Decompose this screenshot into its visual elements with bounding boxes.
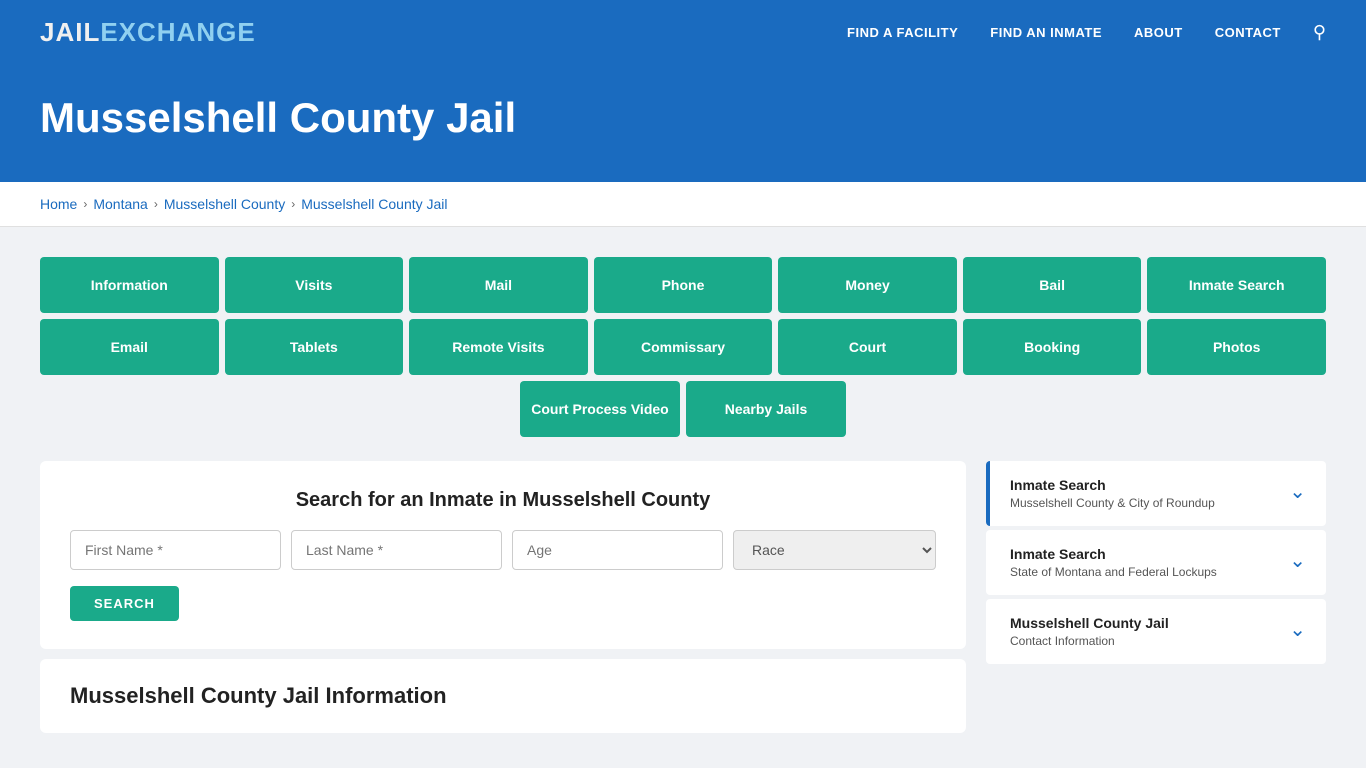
age-input[interactable] <box>512 530 723 570</box>
sidebar-card-header-contact[interactable]: Musselshell County Jail Contact Informat… <box>986 599 1326 664</box>
cat-btn-booking[interactable]: Booking <box>963 319 1142 375</box>
sidebar-card-montana: Inmate Search State of Montana and Feder… <box>986 530 1326 595</box>
breadcrumb-sep-3: › <box>291 197 295 211</box>
jail-info-section: Musselshell County Jail Information <box>40 659 966 733</box>
category-row-1: Information Visits Mail Phone Money Bail… <box>40 257 1326 313</box>
sidebar-card-subtitle-roundup: Musselshell County & City of Roundup <box>1010 496 1215 510</box>
breadcrumb-montana[interactable]: Montana <box>93 196 147 212</box>
main-nav: FIND A FACILITY FIND AN INMATE ABOUT CON… <box>847 22 1326 43</box>
jail-info-title: Musselshell County Jail Information <box>70 683 936 709</box>
category-row-2: Email Tablets Remote Visits Commissary C… <box>40 319 1326 375</box>
cat-btn-phone[interactable]: Phone <box>594 257 773 313</box>
first-name-input[interactable] <box>70 530 281 570</box>
breadcrumb-sep-1: › <box>83 197 87 211</box>
inmate-search-box: Search for an Inmate in Musselshell Coun… <box>40 461 966 649</box>
breadcrumb-home[interactable]: Home <box>40 196 77 212</box>
cat-btn-mail[interactable]: Mail <box>409 257 588 313</box>
cat-btn-tablets[interactable]: Tablets <box>225 319 404 375</box>
sidebar-card-header-roundup[interactable]: Inmate Search Musselshell County & City … <box>986 461 1326 526</box>
last-name-input[interactable] <box>291 530 502 570</box>
cat-btn-court-process-video[interactable]: Court Process Video <box>520 381 680 437</box>
logo-jail: JAIL <box>40 17 100 47</box>
bottom-section: Search for an Inmate in Musselshell Coun… <box>40 461 1326 733</box>
breadcrumb-current: Musselshell County Jail <box>301 196 447 212</box>
sidebar-card-header-montana[interactable]: Inmate Search State of Montana and Feder… <box>986 530 1326 595</box>
cat-btn-money[interactable]: Money <box>778 257 957 313</box>
sidebar-card-subtitle-montana: State of Montana and Federal Lockups <box>1010 565 1217 579</box>
nav-contact[interactable]: CONTACT <box>1215 25 1281 40</box>
nav-about[interactable]: ABOUT <box>1134 25 1183 40</box>
race-select[interactable]: Race <box>733 530 936 570</box>
search-fields: Race <box>70 530 936 570</box>
page-title: Musselshell County Jail <box>40 94 1326 142</box>
search-title: Search for an Inmate in Musselshell Coun… <box>70 489 936 512</box>
chevron-down-icon-montana: ⌄ <box>1289 548 1306 573</box>
hero-section: Musselshell County Jail <box>0 64 1366 182</box>
cat-btn-email[interactable]: Email <box>40 319 219 375</box>
chevron-down-icon-contact: ⌄ <box>1289 617 1306 642</box>
breadcrumb: Home › Montana › Musselshell County › Mu… <box>40 196 1326 212</box>
breadcrumb-sep-2: › <box>154 197 158 211</box>
category-row-3: Court Process Video Nearby Jails <box>40 381 1326 437</box>
sidebar-card-text-contact: Musselshell County Jail Contact Informat… <box>1010 615 1169 648</box>
breadcrumb-county[interactable]: Musselshell County <box>164 196 285 212</box>
logo-exchange: EXCHANGE <box>100 17 255 47</box>
cat-btn-nearby-jails[interactable]: Nearby Jails <box>686 381 846 437</box>
nav-find-inmate[interactable]: FIND AN INMATE <box>990 25 1102 40</box>
sidebar-card-text-roundup: Inmate Search Musselshell County & City … <box>1010 477 1215 510</box>
left-column: Search for an Inmate in Musselshell Coun… <box>40 461 966 733</box>
cat-btn-commissary[interactable]: Commissary <box>594 319 773 375</box>
search-button[interactable]: SEARCH <box>70 586 179 621</box>
header: JAILEXCHANGE FIND A FACILITY FIND AN INM… <box>0 0 1366 64</box>
main-content: Information Visits Mail Phone Money Bail… <box>0 227 1366 763</box>
cat-btn-inmate-search[interactable]: Inmate Search <box>1147 257 1326 313</box>
sidebar-card-title-montana: Inmate Search <box>1010 546 1217 562</box>
breadcrumb-bar: Home › Montana › Musselshell County › Mu… <box>0 182 1366 227</box>
sidebar-card-roundup: Inmate Search Musselshell County & City … <box>986 461 1326 526</box>
sidebar: Inmate Search Musselshell County & City … <box>986 461 1326 733</box>
cat-btn-photos[interactable]: Photos <box>1147 319 1326 375</box>
sidebar-card-subtitle-contact: Contact Information <box>1010 634 1169 648</box>
sidebar-card-text-montana: Inmate Search State of Montana and Feder… <box>1010 546 1217 579</box>
cat-btn-visits[interactable]: Visits <box>225 257 404 313</box>
sidebar-card-contact: Musselshell County Jail Contact Informat… <box>986 599 1326 664</box>
chevron-down-icon-roundup: ⌄ <box>1289 479 1306 504</box>
cat-btn-bail[interactable]: Bail <box>963 257 1142 313</box>
sidebar-card-title-contact: Musselshell County Jail <box>1010 615 1169 631</box>
sidebar-card-title-roundup: Inmate Search <box>1010 477 1215 493</box>
cat-btn-information[interactable]: Information <box>40 257 219 313</box>
search-icon[interactable]: ⚲ <box>1313 22 1326 43</box>
cat-btn-court[interactable]: Court <box>778 319 957 375</box>
cat-btn-remote-visits[interactable]: Remote Visits <box>409 319 588 375</box>
site-logo[interactable]: JAILEXCHANGE <box>40 17 256 48</box>
nav-find-facility[interactable]: FIND A FACILITY <box>847 25 958 40</box>
